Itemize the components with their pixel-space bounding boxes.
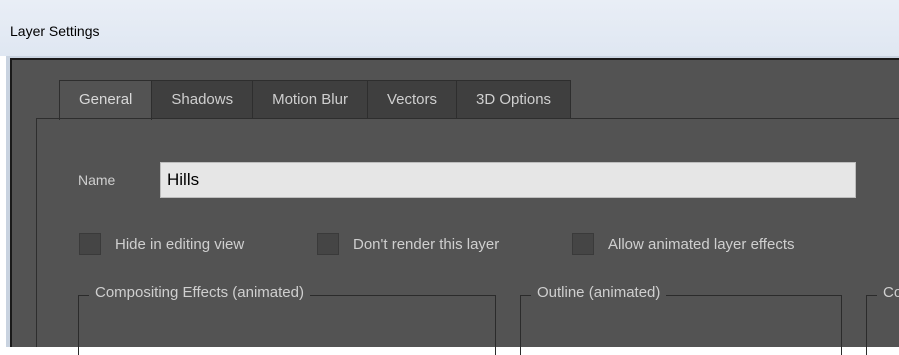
co-group: Co (866, 284, 899, 355)
checkbox-box[interactable] (572, 233, 594, 255)
checkbox-label: Hide in editing view (115, 235, 245, 253)
tab-panel-border-left (36, 118, 37, 347)
checkbox-label: Allow animated layer effects (608, 235, 795, 253)
name-input[interactable] (160, 162, 856, 198)
checkbox-box[interactable] (79, 233, 101, 255)
group-legend: Compositing Effects (animated) (89, 284, 310, 301)
allow-animated-effects-checkbox[interactable]: Allow animated layer effects (572, 232, 794, 256)
checkbox-box[interactable] (317, 233, 339, 255)
compositing-effects-group: Compositing Effects (animated) (78, 284, 496, 355)
tab-motion-blur[interactable]: Motion Blur (253, 80, 368, 118)
outline-group: Outline (animated) (520, 284, 842, 355)
dont-render-layer-checkbox[interactable]: Don't render this layer (317, 232, 499, 256)
tab-3d-options[interactable]: 3D Options (457, 80, 572, 118)
window-title: Layer Settings (10, 23, 100, 39)
group-legend: Co (877, 284, 899, 301)
checkbox-label: Don't render this layer (353, 235, 500, 253)
tab-panel-border-top (36, 118, 899, 119)
tab-bar: General Shadows Motion Blur Vectors 3D O… (59, 80, 572, 120)
tab-vectors[interactable]: Vectors (367, 80, 457, 118)
hide-in-editing-view-checkbox[interactable]: Hide in editing view (79, 232, 244, 256)
name-label: Name (78, 172, 116, 188)
tab-shadows[interactable]: Shadows (152, 80, 254, 118)
tab-general[interactable]: General (59, 80, 153, 120)
window-title-bar[interactable]: Layer Settings (0, 0, 899, 56)
group-legend: Outline (animated) (531, 284, 667, 301)
